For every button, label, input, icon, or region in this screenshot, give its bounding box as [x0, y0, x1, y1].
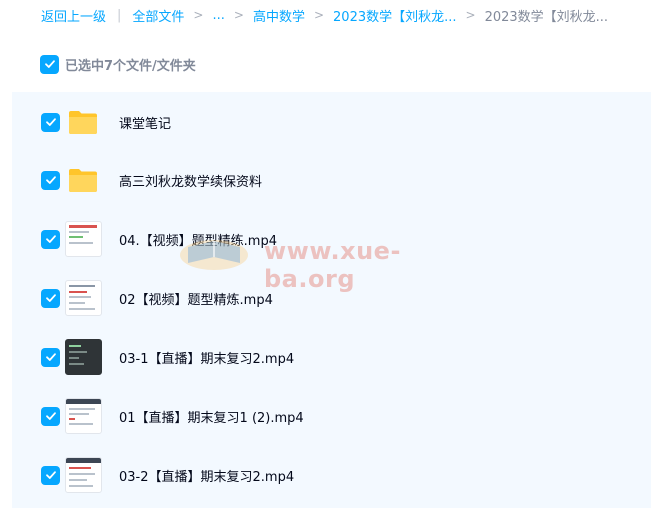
file-list: 课堂笔记 高三刘秋龙数学续保资料 04.【视频】题型精练.mp4 02【视频】题… [12, 92, 651, 508]
list-item[interactable]: 02【视频】题型精炼.mp4 [12, 269, 651, 327]
row-checkbox[interactable] [41, 112, 60, 132]
selection-bar: 已选中7个文件/文件夹 [40, 54, 196, 74]
row-checkbox[interactable] [41, 229, 60, 249]
row-checkbox[interactable] [41, 465, 60, 485]
list-item[interactable]: 高三刘秋龙数学续保资料 [12, 151, 651, 209]
file-name[interactable]: 课堂笔记 [119, 113, 171, 132]
breadcrumb-all-files[interactable]: 全部文件 [132, 6, 184, 25]
checkmark-icon [45, 118, 56, 126]
file-name[interactable]: 03-1【直播】期末复习2.mp4 [119, 348, 294, 367]
folder-icon [64, 103, 102, 141]
checkmark-icon [45, 471, 56, 479]
checkmark-icon [45, 235, 56, 243]
video-thumbnail [64, 279, 102, 317]
folder-icon [64, 161, 102, 199]
breadcrumb: 返回上一级 | 全部文件 > ... > 高中数学 > 2023数学【刘秋龙..… [41, 6, 609, 25]
file-name[interactable]: 03-2【直播】期末复习2.mp4 [119, 466, 294, 485]
list-item[interactable]: 01【直播】期末复习1 (2).mp4 [12, 387, 651, 445]
video-thumbnail [64, 338, 102, 376]
chevron-right-icon: > [233, 8, 244, 22]
row-checkbox[interactable] [41, 170, 60, 190]
file-name[interactable]: 高三刘秋龙数学续保资料 [119, 171, 262, 190]
list-item[interactable]: 课堂笔记 [12, 93, 651, 151]
selection-count-label: 已选中7个文件/文件夹 [65, 58, 196, 74]
chevron-right-icon: > [193, 8, 204, 22]
row-checkbox[interactable] [41, 406, 60, 426]
row-checkbox[interactable] [41, 288, 60, 308]
file-name[interactable]: 02【视频】题型精炼.mp4 [119, 289, 273, 308]
video-thumbnail [64, 456, 102, 494]
breadcrumb-current: 2023数学【刘秋龙... [484, 9, 609, 25]
breadcrumb-gaozhong[interactable]: 高中数学 [253, 6, 305, 25]
breadcrumb-divider: | [117, 7, 122, 23]
select-all-checkbox[interactable] [40, 54, 59, 74]
breadcrumb-parent[interactable]: 2023数学【刘秋龙... [333, 6, 456, 25]
file-name[interactable]: 04.【视频】题型精练.mp4 [119, 230, 277, 249]
back-link[interactable]: 返回上一级 [41, 6, 106, 25]
list-item[interactable]: 04.【视频】题型精练.mp4 [12, 210, 651, 268]
checkmark-icon [44, 60, 55, 68]
video-thumbnail [64, 220, 102, 258]
list-item[interactable]: 03-2【直播】期末复习2.mp4 [12, 446, 651, 504]
chevron-right-icon: > [313, 8, 325, 22]
list-item[interactable]: 03-1【直播】期末复习2.mp4 [12, 328, 651, 386]
breadcrumb-ellipsis[interactable]: ... [212, 8, 224, 23]
checkmark-icon [45, 353, 56, 361]
row-checkbox[interactable] [41, 347, 60, 367]
file-name[interactable]: 01【直播】期末复习1 (2).mp4 [119, 407, 304, 426]
checkmark-icon [45, 412, 56, 420]
video-thumbnail [64, 397, 102, 435]
chevron-right-icon: > [465, 8, 476, 22]
checkmark-icon [45, 294, 56, 302]
checkmark-icon [45, 176, 56, 184]
